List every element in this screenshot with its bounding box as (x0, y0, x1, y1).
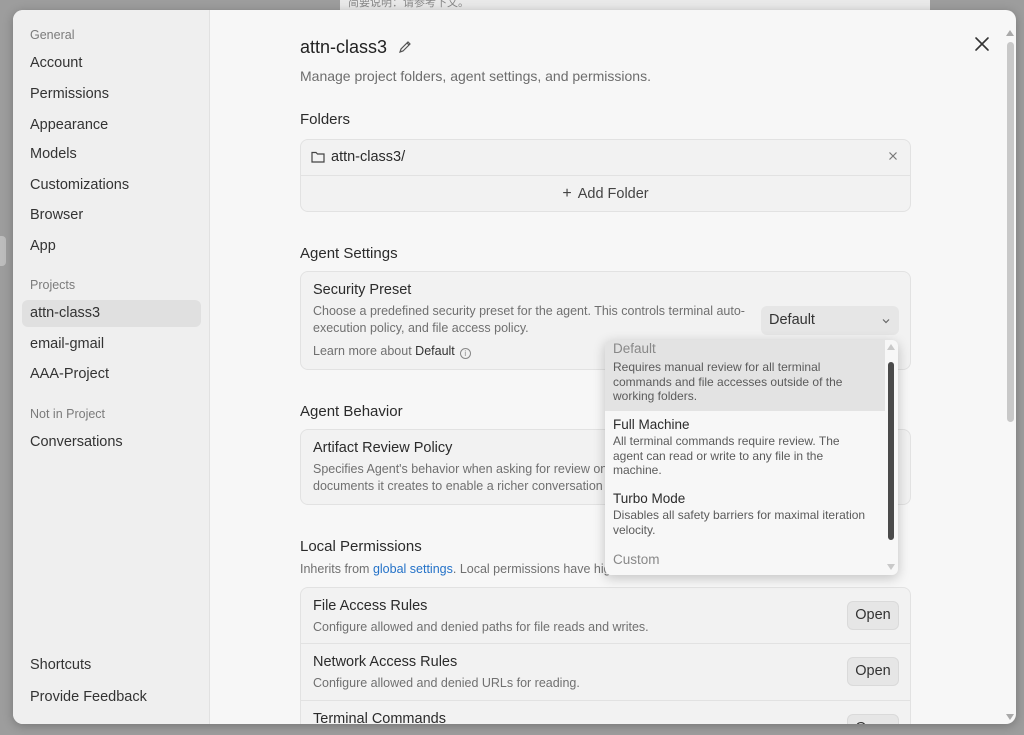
dropdown-option-turbo-mode[interactable]: Turbo Mode Disables all safety barriers … (605, 491, 885, 547)
terminal-commands-title: Terminal Commands (313, 711, 446, 724)
file-access-open-button[interactable]: Open (847, 601, 899, 630)
security-preset-description-2: execution policy, and file access policy… (313, 321, 529, 335)
scroll-up-arrow-icon[interactable] (1006, 30, 1014, 36)
option-description-3: working folders. (613, 389, 698, 403)
inherits-suffix: . Local permissions have hig (452, 562, 611, 576)
dropdown-scrollbar-thumb[interactable] (888, 362, 894, 540)
option-description-2: agent can read or write to any file in t… (613, 448, 824, 463)
agent-settings-heading: Agent Settings (300, 245, 398, 262)
sidebar-item-models[interactable]: Models (22, 141, 201, 168)
option-title: Custom (613, 552, 660, 567)
background-window-edge (0, 236, 6, 266)
background-window-strip: 简要说明：请参考下文。 (340, 0, 930, 10)
row-divider (301, 643, 910, 644)
learn-more-link[interactable]: Learn more about Default i (313, 344, 471, 359)
option-title: Turbo Mode (613, 491, 686, 506)
folders-heading: Folders (300, 111, 351, 128)
sidebar-item-attn-class3[interactable]: attn-class3 (22, 300, 201, 327)
add-folder-button[interactable]: + Add Folder (301, 176, 910, 211)
dropdown-option-default[interactable]: Default Requires manual review for all t… (605, 340, 885, 411)
folder-name: attn-class3/ (331, 149, 406, 165)
background-window-text: 简要说明：请参考下文。 (348, 0, 469, 9)
chevron-down-icon (882, 319, 890, 324)
dropdown-scroll-up-icon[interactable] (887, 344, 895, 350)
page-title: attn-class3 (300, 37, 388, 57)
option-description-3: machine. (613, 463, 662, 477)
terminal-commands-open-button[interactable]: Open (847, 714, 899, 724)
sidebar-item-provide-feedback[interactable]: Provide Feedback (22, 684, 201, 711)
folder-row: attn-class3/ (301, 140, 910, 176)
sidebar-item-app[interactable]: App (22, 233, 201, 260)
learn-more-prefix: Learn more about (313, 344, 412, 358)
option-description-2: commands and file accesses outside of th… (613, 374, 843, 389)
dropdown-option-full-machine[interactable]: Full Machine All terminal commands requi… (605, 417, 885, 487)
artifact-review-description-1: Specifies Agent's behavior when asking f… (313, 462, 608, 476)
network-access-open-button[interactable]: Open (847, 657, 899, 686)
sidebar-item-permissions[interactable]: Permissions (22, 81, 201, 108)
option-description-1: Requires manual review for all terminal (613, 360, 821, 374)
sidebar-item-shortcuts[interactable]: Shortcuts (22, 652, 201, 679)
file-access-rules-description: Configure allowed and denied paths for f… (313, 620, 649, 634)
option-title: Full Machine (613, 417, 690, 432)
plus-icon: + (562, 185, 572, 202)
folders-card: attn-class3/ + Add Folder (300, 139, 911, 212)
local-permissions-card: File Access Rules Configure allowed and … (300, 587, 911, 724)
sidebar-item-browser[interactable]: Browser (22, 202, 201, 229)
network-access-rules-description: Configure allowed and denied URLs for re… (313, 676, 580, 690)
inherits-prefix: Inherits from (300, 562, 370, 576)
sidebar-item-email-gmail[interactable]: email-gmail (22, 331, 201, 358)
file-access-rules-title: File Access Rules (313, 598, 428, 614)
scroll-down-arrow-icon[interactable] (1006, 714, 1014, 720)
edit-pencil-icon[interactable] (398, 40, 412, 54)
option-description-1: All terminal commands require review. Th… (613, 434, 840, 448)
folder-icon (311, 151, 325, 163)
sidebar-item-customizations[interactable]: Customizations (22, 172, 201, 199)
sidebar-section-general: General (30, 28, 75, 42)
option-title: Default (613, 341, 656, 356)
page-scrollbar-thumb[interactable] (1007, 42, 1014, 422)
option-description-2: velocity. (613, 522, 656, 537)
local-permissions-heading: Local Permissions (300, 538, 422, 555)
dropdown-option-custom[interactable]: Custom (605, 552, 885, 575)
page-scrollbar[interactable] (1006, 30, 1014, 720)
learn-more-target: Default (415, 344, 455, 358)
row-divider (301, 700, 910, 701)
security-preset-value: Default (769, 312, 815, 328)
agent-behavior-heading: Agent Behavior (300, 403, 403, 420)
sidebar-item-aaa-project[interactable]: AAA-Project (22, 361, 201, 388)
sidebar-item-conversations[interactable]: Conversations (22, 429, 201, 456)
remove-folder-icon[interactable] (888, 151, 898, 161)
add-folder-label: Add Folder (577, 186, 649, 202)
dropdown-scroll-down-icon[interactable] (887, 564, 895, 570)
info-icon: i (459, 348, 471, 359)
security-preset-dropdown: Default Requires manual review for all t… (605, 340, 898, 575)
security-preset-title: Security Preset (313, 282, 412, 298)
option-description-1: Disables all safety barriers for maximal… (613, 508, 866, 522)
sidebar-section-projects: Projects (30, 278, 76, 292)
close-icon[interactable] (974, 36, 990, 52)
local-permissions-note: Inherits from global settings. Local per… (300, 561, 611, 578)
security-preset-select[interactable]: Default (761, 306, 899, 335)
artifact-review-title: Artifact Review Policy (313, 440, 453, 456)
page-subtitle: Manage project folders, agent settings, … (300, 68, 651, 84)
sidebar-item-appearance[interactable]: Appearance (22, 112, 201, 139)
network-access-rules-title: Network Access Rules (313, 654, 458, 670)
global-settings-link[interactable]: global settings (373, 562, 453, 576)
artifact-review-description-2: documents it creates to enable a richer … (313, 479, 614, 493)
sidebar-item-account[interactable]: Account (22, 50, 201, 77)
security-preset-description-1: Choose a predefined security preset for … (313, 304, 745, 318)
sidebar-section-not-in-project: Not in Project (30, 407, 106, 421)
settings-sidebar: General Account Permissions Appearance M… (13, 10, 210, 724)
